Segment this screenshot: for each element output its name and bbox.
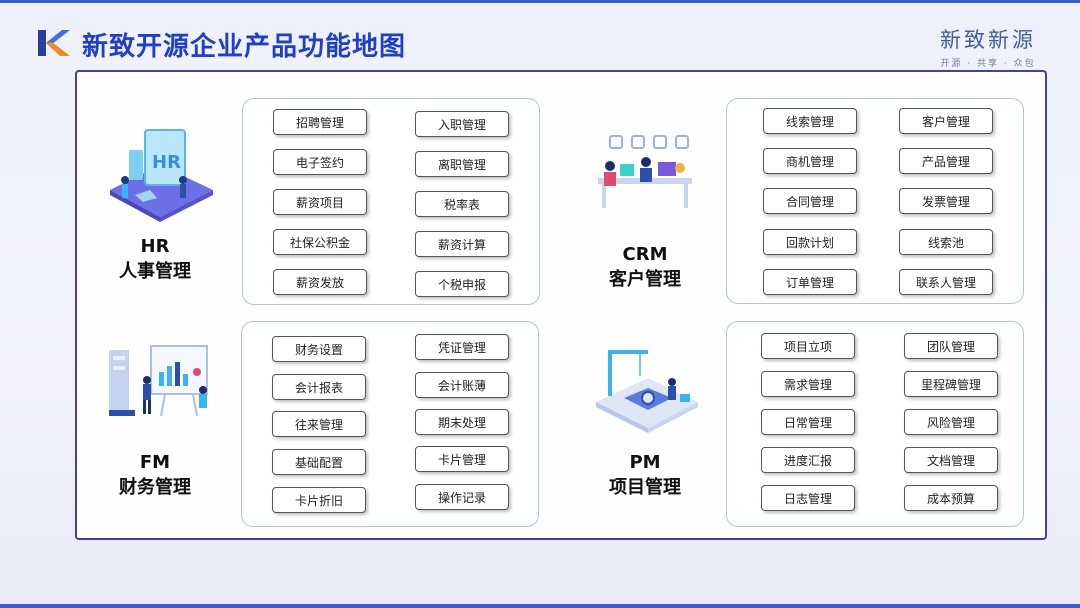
hr-feature-chip[interactable]: 电子签约 bbox=[273, 149, 367, 175]
page-title: 新致开源企业产品功能地图 bbox=[82, 32, 407, 62]
hr-feature-chip[interactable]: 离职管理 bbox=[415, 151, 509, 177]
fm-feature-chip[interactable]: 操作记录 bbox=[415, 484, 509, 510]
pm-feature-chip[interactable]: 风险管理 bbox=[904, 409, 998, 435]
fm-feature-group: 财务设置 会计报表 往来管理 基础配置 卡片折旧 凭证管理 会计账薄 期末处理 … bbox=[241, 321, 539, 527]
brand-name: 新致新源 bbox=[940, 28, 1036, 52]
company-logo-icon bbox=[38, 30, 70, 56]
fm-module-code: FM bbox=[139, 452, 171, 473]
fm-feature-chip[interactable]: 往来管理 bbox=[272, 411, 366, 437]
fm-feature-chip[interactable]: 期末处理 bbox=[415, 409, 509, 435]
crm-module-name: 客户管理 bbox=[609, 269, 681, 290]
hr-module-label: HR HR 人事管理 bbox=[95, 120, 215, 283]
hr-feature-group: 招聘管理 电子签约 薪资项目 社保公积金 薪资发放 入职管理 离职管理 税率表 … bbox=[242, 98, 540, 305]
hr-feature-chip[interactable]: 个税申报 bbox=[415, 271, 509, 297]
bottom-accent-bar bbox=[0, 604, 1080, 608]
pm-feature-chip[interactable]: 项目立项 bbox=[761, 333, 855, 359]
crm-illustration-icon bbox=[598, 135, 692, 208]
fm-feature-chip[interactable]: 会计报表 bbox=[272, 374, 366, 400]
crm-feature-chip[interactable]: 线索池 bbox=[899, 229, 993, 255]
hr-module-code: HR bbox=[140, 236, 170, 257]
hr-illustration-icon: HR bbox=[110, 129, 213, 222]
crm-feature-chip[interactable]: 线索管理 bbox=[763, 108, 857, 134]
crm-module-label: CRM 客户管理 bbox=[580, 128, 710, 291]
hr-feature-chip[interactable]: 薪资项目 bbox=[273, 189, 367, 215]
pm-feature-group: 项目立项 需求管理 日常管理 进度汇报 日志管理 团队管理 里程碑管理 风险管理… bbox=[726, 321, 1024, 527]
top-accent-bar bbox=[0, 0, 1080, 3]
pm-feature-chip[interactable]: 进度汇报 bbox=[761, 447, 855, 473]
crm-feature-group: 线索管理 商机管理 合同管理 回款计划 订单管理 客户管理 产品管理 发票管理 … bbox=[726, 98, 1024, 304]
hr-feature-chip[interactable]: 入职管理 bbox=[415, 111, 509, 137]
hr-module-name: 人事管理 bbox=[119, 261, 191, 282]
hr-feature-chip[interactable]: 税率表 bbox=[415, 191, 509, 217]
fm-feature-chip[interactable]: 卡片管理 bbox=[415, 446, 509, 472]
crm-feature-chip[interactable]: 联系人管理 bbox=[899, 269, 993, 295]
hr-feature-chip[interactable]: 招聘管理 bbox=[273, 109, 367, 135]
crm-feature-chip[interactable]: 客户管理 bbox=[899, 108, 993, 134]
pm-feature-chip[interactable]: 日常管理 bbox=[761, 409, 855, 435]
svg-text:HR: HR bbox=[152, 152, 181, 173]
pm-feature-chip[interactable]: 成本预算 bbox=[904, 485, 998, 511]
fm-feature-chip[interactable]: 基础配置 bbox=[272, 449, 366, 475]
pm-module-label: PM 项目管理 bbox=[580, 336, 710, 499]
fm-feature-chip[interactable]: 财务设置 bbox=[272, 336, 366, 362]
brand-slogan: 开源 · 共享 · 众包 bbox=[940, 59, 1036, 69]
brand-block: 新致新源 开源 · 共享 · 众包 bbox=[940, 24, 1036, 69]
fm-feature-chip[interactable]: 卡片折旧 bbox=[272, 487, 366, 513]
crm-feature-chip[interactable]: 商机管理 bbox=[763, 148, 857, 174]
pm-feature-chip[interactable]: 里程碑管理 bbox=[904, 371, 998, 397]
hr-feature-chip[interactable]: 薪资计算 bbox=[415, 231, 509, 257]
pm-feature-chip[interactable]: 团队管理 bbox=[904, 333, 998, 359]
fm-illustration-icon bbox=[109, 345, 208, 417]
crm-module-code: CRM bbox=[622, 244, 668, 265]
crm-feature-chip[interactable]: 订单管理 bbox=[763, 269, 857, 295]
crm-feature-chip[interactable]: 发票管理 bbox=[899, 188, 993, 214]
crm-feature-chip[interactable]: 产品管理 bbox=[899, 148, 993, 174]
fm-module-name: 财务管理 bbox=[119, 477, 191, 498]
fm-feature-chip[interactable]: 凭证管理 bbox=[415, 334, 509, 360]
crm-feature-chip[interactable]: 回款计划 bbox=[763, 229, 857, 255]
pm-module-name: 项目管理 bbox=[609, 477, 681, 498]
pm-feature-chip[interactable]: 需求管理 bbox=[761, 371, 855, 397]
pm-feature-chip[interactable]: 文档管理 bbox=[904, 447, 998, 473]
fm-feature-chip[interactable]: 会计账薄 bbox=[415, 372, 509, 398]
pm-illustration-icon bbox=[596, 350, 698, 433]
pm-module-code: PM bbox=[629, 452, 661, 473]
pm-feature-chip[interactable]: 日志管理 bbox=[761, 485, 855, 511]
hr-feature-chip[interactable]: 薪资发放 bbox=[273, 269, 367, 295]
hr-feature-chip[interactable]: 社保公积金 bbox=[273, 229, 367, 255]
fm-module-label: FM 财务管理 bbox=[95, 336, 215, 499]
crm-feature-chip[interactable]: 合同管理 bbox=[763, 188, 857, 214]
